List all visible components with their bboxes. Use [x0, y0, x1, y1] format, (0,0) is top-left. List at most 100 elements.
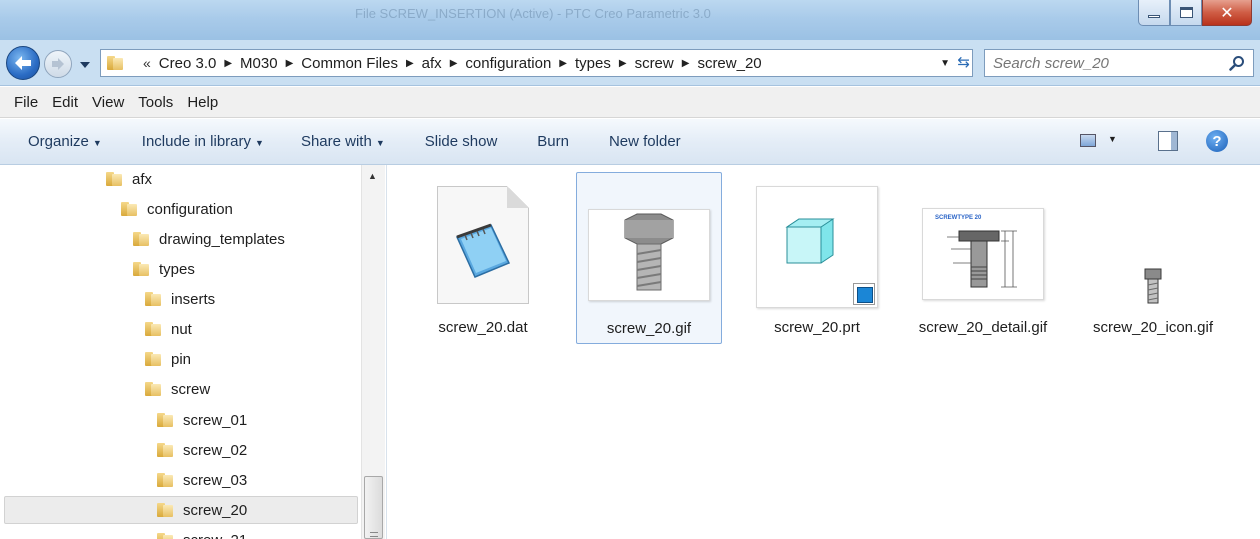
back-button[interactable] — [6, 46, 40, 80]
folder-icon — [133, 232, 151, 246]
minimize-icon — [1148, 15, 1160, 18]
breadcrumb-item[interactable]: afx — [422, 55, 442, 72]
breadcrumb-separator-icon[interactable]: ▶ — [559, 58, 567, 69]
forward-button[interactable] — [44, 50, 72, 78]
file-item-screw-20-gif[interactable]: screw_20.gif — [576, 172, 722, 344]
arrow-left-icon — [15, 56, 31, 70]
screw-detail-drawing-thumbnail: SCREWTYPE 20 — [922, 208, 1044, 300]
include-in-library-button[interactable]: Include in library ▼ — [142, 133, 264, 150]
file-item-screw-20-detail-gif[interactable]: SCREWTYPE 20 screw_20_detail.gif — [910, 172, 1056, 344]
address-row: « Creo 3.0 ▶ M030 ▶ Common Files ▶ afx ▶… — [0, 40, 1260, 86]
tree-item-label: screw_03 — [183, 471, 248, 489]
address-bar[interactable]: « Creo 3.0 ▶ M030 ▶ Common Files ▶ afx ▶… — [100, 49, 973, 77]
breadcrumb-separator-icon[interactable]: ▶ — [682, 58, 690, 69]
file-item-screw-20-dat[interactable]: screw_20.dat — [410, 172, 556, 344]
menu-file[interactable]: File — [0, 94, 45, 111]
menu-tools[interactable]: Tools — [131, 94, 180, 111]
close-icon: ✕ — [1220, 4, 1234, 22]
breadcrumb-overflow[interactable]: « — [143, 55, 151, 71]
tree-item-types[interactable]: types — [133, 255, 195, 283]
breadcrumb-item[interactable]: Creo 3.0 — [159, 55, 217, 72]
refresh-icon[interactable]: ⇆ — [957, 53, 970, 71]
burn-button[interactable]: Burn — [537, 133, 569, 150]
organize-button[interactable]: Organize ▼ — [28, 133, 102, 150]
breadcrumb-separator-icon[interactable]: ▶ — [286, 58, 294, 69]
file-list: screw_20.dat screw_20.gif screw_20.prt S… — [388, 165, 1260, 539]
breadcrumb-item[interactable]: screw_20 — [697, 55, 761, 72]
share-with-button[interactable]: Share with ▼ — [301, 133, 385, 150]
tree-item-screw-21[interactable]: screw_21 — [157, 526, 247, 539]
tree-item-drawing-templates[interactable]: drawing_templates — [133, 225, 285, 253]
file-name: screw_20.gif — [606, 320, 692, 337]
folder-icon — [145, 382, 163, 396]
preview-pane-icon[interactable] — [1158, 131, 1178, 151]
tree-item-label: nut — [171, 320, 192, 338]
navigation-pane: afx configuration drawing_templates type… — [0, 165, 387, 539]
grip-icon — [370, 532, 378, 537]
search-input[interactable] — [993, 54, 1223, 72]
search-box[interactable] — [984, 49, 1254, 77]
help-icon[interactable]: ? — [1206, 130, 1228, 152]
minimize-button[interactable] — [1138, 0, 1170, 26]
change-view-icon[interactable] — [1080, 134, 1096, 147]
scrollbar-thumb[interactable] — [364, 476, 383, 539]
folder-icon — [157, 443, 175, 457]
hex-bolt-icon — [624, 213, 674, 291]
breadcrumb-separator-icon[interactable]: ▶ — [224, 58, 232, 69]
file-item-screw-20-icon-gif[interactable]: screw_20_icon.gif — [1080, 172, 1226, 344]
file-item-screw-20-prt[interactable]: screw_20.prt — [744, 172, 890, 344]
menu-edit[interactable]: Edit — [45, 94, 85, 111]
tree-item-pin[interactable]: pin — [145, 345, 191, 373]
slide-show-button[interactable]: Slide show — [425, 133, 498, 150]
hex-bolt-thumbnail — [588, 209, 710, 301]
arrow-right-icon — [52, 58, 64, 70]
include-in-library-label: Include in library — [141, 133, 252, 150]
tree-scrollbar[interactable]: ▲ — [361, 165, 385, 539]
notepad-icon — [455, 223, 511, 278]
folder-icon — [157, 473, 175, 487]
tree-item-afx[interactable]: afx — [106, 165, 152, 193]
folder-icon — [107, 56, 125, 70]
close-button[interactable]: ✕ — [1202, 0, 1252, 26]
chevron-down-icon: ▼ — [92, 138, 102, 148]
breadcrumb-item[interactable]: Common Files — [301, 55, 398, 72]
menu-view[interactable]: View — [85, 94, 131, 111]
folder-icon — [157, 503, 175, 517]
folder-icon — [133, 262, 151, 276]
address-history-dropdown-icon[interactable]: ▼ — [940, 58, 950, 69]
folder-icon — [121, 202, 139, 216]
new-folder-button[interactable]: New folder — [609, 133, 681, 150]
breadcrumb-separator-icon[interactable]: ▶ — [406, 58, 414, 69]
view-controls: ▼ ? — [1080, 119, 1260, 165]
tree-item-nut[interactable]: nut — [145, 315, 192, 343]
cyan-cube-thumbnail — [756, 186, 878, 308]
breadcrumb-separator-icon[interactable]: ▶ — [450, 58, 458, 69]
tree-item-configuration[interactable]: configuration — [121, 195, 233, 223]
menu-bar: File Edit View Tools Help — [0, 87, 1260, 118]
breadcrumb-item[interactable]: screw — [635, 55, 674, 72]
search-icon[interactable] — [1229, 55, 1245, 71]
title-bar: File SCREW_INSERTION (Active) - PTC Creo… — [0, 0, 1260, 40]
organize-label: Organize — [28, 133, 89, 150]
tree-item-screw-03[interactable]: screw_03 — [157, 466, 247, 494]
tree-item-label: configuration — [147, 200, 233, 218]
recent-pages-dropdown[interactable] — [80, 56, 90, 73]
folder-icon — [145, 292, 163, 306]
tree-item-screw-20[interactable]: screw_20 — [4, 496, 358, 524]
scroll-up-arrow-icon[interactable]: ▲ — [368, 171, 377, 181]
breadcrumb-item[interactable]: M030 — [240, 55, 278, 72]
menu-help[interactable]: Help — [180, 94, 225, 111]
tree-item-screw-01[interactable]: screw_01 — [157, 406, 247, 434]
tree-item-label: screw_02 — [183, 441, 248, 459]
view-options-dropdown-icon[interactable]: ▼ — [1108, 134, 1117, 144]
folder-icon — [145, 352, 163, 366]
breadcrumb-item[interactable]: types — [575, 55, 611, 72]
breadcrumb-item[interactable]: configuration — [465, 55, 551, 72]
tree-item-screw-02[interactable]: screw_02 — [157, 436, 247, 464]
maximize-button[interactable] — [1170, 0, 1202, 26]
tree-item-inserts[interactable]: inserts — [145, 285, 215, 313]
tree-item-screw[interactable]: screw — [145, 375, 210, 403]
breadcrumb-separator-icon[interactable]: ▶ — [619, 58, 627, 69]
command-bar: Organize ▼ Include in library ▼ Share with… — [0, 119, 1260, 165]
thumbnail-caption: SCREWTYPE 20 — [935, 215, 982, 221]
